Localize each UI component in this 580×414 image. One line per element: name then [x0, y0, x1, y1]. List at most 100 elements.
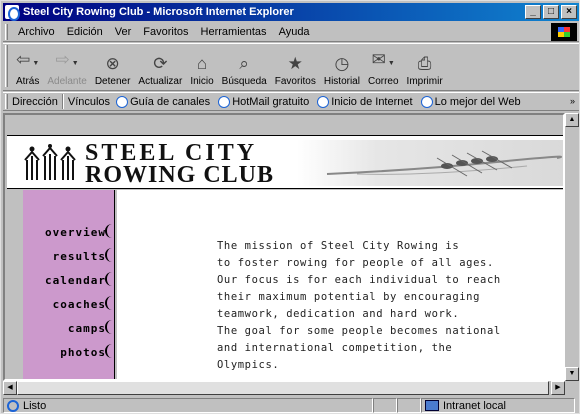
- zone-text: Intranet local: [443, 399, 506, 412]
- scroll-up-arrow-icon[interactable]: ▲: [565, 113, 579, 127]
- link-label: Guía de canales: [130, 95, 211, 108]
- horizontal-scrollbar[interactable]: ◀ ▶: [3, 381, 565, 395]
- logo-line-2: ROWING CLUB: [85, 162, 275, 188]
- ie-page-icon: [317, 95, 330, 108]
- nav-overview[interactable]: overview: [45, 224, 107, 239]
- nav-calendar[interactable]: calendar: [45, 272, 107, 287]
- sidebar-nav: overview results calendar coaches camps photo…: [23, 190, 115, 379]
- window-title: Steel City Rowing Club - Microsoft Inter…: [23, 6, 294, 18]
- intranet-icon: [425, 400, 439, 411]
- toolbar-button-back-arrow[interactable]: ⇦ ▼ Atrás: [12, 44, 43, 90]
- link-item[interactable]: Lo mejor del Web: [420, 95, 521, 108]
- nav-camps[interactable]: camps: [68, 320, 108, 335]
- home-icon: ⌂: [196, 54, 208, 73]
- toolbar-button-refresh[interactable]: ⟳ Actualizar: [134, 44, 186, 90]
- toolbar-button-label: Favoritos: [274, 76, 316, 87]
- ie-page-icon: [420, 95, 433, 108]
- toolbar-button-label: Búsqueda: [221, 76, 267, 87]
- toolbar-button-label: Imprimir: [406, 76, 443, 87]
- mission-line: to foster rowing for people of all ages.: [217, 257, 494, 269]
- nav-results[interactable]: results: [53, 248, 108, 263]
- refresh-icon: ⟳: [153, 54, 168, 73]
- mission-line: and international competition, the: [217, 342, 453, 354]
- windows-logo-icon: [551, 23, 577, 41]
- rowing-boat-banner-image: [297, 140, 563, 186]
- mission-line: The goal for some people becomes nationa…: [217, 325, 501, 337]
- site-header: STEEL CITY ROWING CLUB: [7, 135, 563, 189]
- standard-toolbar: ⇦ ▼ Atrás ⇨ ▼ Adelante ⊗ Detener ⟳ Actualizar ⌂ Ini…: [3, 43, 579, 91]
- toolbar-button-search[interactable]: ⌕ Búsqueda: [218, 44, 271, 90]
- mission-line: their maximum potential by encouraging: [217, 291, 481, 303]
- nav-coaches[interactable]: coaches: [53, 296, 108, 311]
- links-label[interactable]: Vínculos: [68, 96, 110, 108]
- search-icon: ⌕: [239, 54, 249, 73]
- link-item[interactable]: HotMail gratuito: [218, 95, 310, 108]
- forward-arrow-icon: ⇨ ▼: [55, 50, 79, 69]
- more-links-chevron-icon[interactable]: »: [570, 96, 575, 106]
- status-text-panel: Listo: [3, 398, 373, 413]
- minimize-button[interactable]: _: [525, 5, 541, 19]
- scroll-down-arrow-icon[interactable]: ▼: [565, 367, 579, 381]
- address-links-bar: Dirección Vínculos Guía de canales HotMai…: [3, 92, 579, 111]
- browser-window: Steel City Rowing Club - Microsoft Inter…: [0, 0, 580, 414]
- page-viewport: STEEL CITY ROWING CLUB overview results …: [3, 113, 565, 381]
- link-label: Inicio de Internet: [331, 95, 413, 108]
- toolbar-grip[interactable]: [5, 45, 8, 87]
- toolbar-button-label: Actualizar: [138, 76, 183, 87]
- menu-grip[interactable]: [5, 23, 8, 40]
- status-bar: Listo Intranet local: [3, 397, 579, 414]
- toolbar-button-mail[interactable]: ✉ ▼ Correo: [364, 44, 403, 90]
- menu-herramientas[interactable]: Herramientas: [195, 26, 273, 38]
- ie-logo-icon: [5, 5, 20, 21]
- divider: [61, 94, 64, 109]
- close-button[interactable]: ×: [561, 5, 577, 19]
- print-icon: ⎙: [417, 54, 432, 73]
- scroll-right-arrow-icon[interactable]: ▶: [551, 381, 565, 395]
- toolbar-button-label: Atrás: [16, 76, 40, 87]
- ie-page-icon: [116, 95, 129, 108]
- toolbar-button-label: Historial: [323, 76, 360, 87]
- status-panel: [373, 398, 397, 413]
- zone-panel: Intranet local: [421, 398, 575, 413]
- maximize-button[interactable]: □: [543, 5, 559, 19]
- toolbar-button-label: Adelante: [47, 76, 87, 87]
- address-grip[interactable]: [5, 94, 8, 109]
- menu-archivo[interactable]: Archivo: [12, 26, 61, 38]
- site-logo-text: STEEL CITY ROWING CLUB: [85, 140, 275, 188]
- favorites-icon: ★: [287, 54, 303, 73]
- nav-photos[interactable]: photos: [60, 344, 107, 359]
- back-arrow-icon: ⇦ ▼: [16, 50, 40, 69]
- link-item[interactable]: Guía de canales: [116, 95, 211, 108]
- vertical-scrollbar[interactable]: ▲ ▼: [565, 113, 579, 381]
- dropdown-arrow-icon[interactable]: ▼: [72, 60, 79, 67]
- menu-edicion[interactable]: Edición: [61, 26, 109, 38]
- mail-icon: ✉ ▼: [371, 50, 395, 69]
- dropdown-arrow-icon[interactable]: ▼: [388, 60, 395, 67]
- mission-line: Olympics.: [217, 359, 280, 371]
- link-label: HotMail gratuito: [232, 95, 310, 108]
- history-icon: ◷: [334, 54, 350, 73]
- menu-ver[interactable]: Ver: [109, 26, 138, 38]
- toolbar-button-stop[interactable]: ⊗ Detener: [91, 44, 135, 90]
- toolbar-button-forward-arrow: ⇨ ▼ Adelante: [43, 44, 90, 90]
- horizontal-scroll-thumb[interactable]: [17, 381, 549, 395]
- stop-icon: ⊗: [105, 54, 120, 73]
- toolbar-button-label: Inicio: [190, 76, 214, 87]
- toolbar-button-favorites[interactable]: ★ Favoritos: [271, 44, 320, 90]
- toolbar-button-home[interactable]: ⌂ Inicio: [186, 44, 217, 90]
- link-label: Lo mejor del Web: [434, 95, 521, 108]
- address-label[interactable]: Dirección: [12, 96, 58, 108]
- link-item[interactable]: Inicio de Internet: [317, 95, 413, 108]
- menu-ayuda[interactable]: Ayuda: [273, 26, 316, 38]
- status-text: Listo: [23, 399, 47, 412]
- dropdown-arrow-icon[interactable]: ▼: [32, 60, 39, 67]
- ie-page-icon: [218, 95, 231, 108]
- title-bar[interactable]: Steel City Rowing Club - Microsoft Inter…: [3, 3, 579, 21]
- scroll-left-arrow-icon[interactable]: ◀: [3, 381, 17, 395]
- menu-favoritos[interactable]: Favoritos: [137, 26, 194, 38]
- toolbar-button-history[interactable]: ◷ Historial: [320, 44, 364, 90]
- toolbar-button-print[interactable]: ⎙ Imprimir: [403, 44, 447, 90]
- toolbar-button-label: Correo: [367, 76, 399, 87]
- rowers-logo-icon: [24, 144, 76, 180]
- logo-line-1: STEEL CITY: [85, 140, 258, 166]
